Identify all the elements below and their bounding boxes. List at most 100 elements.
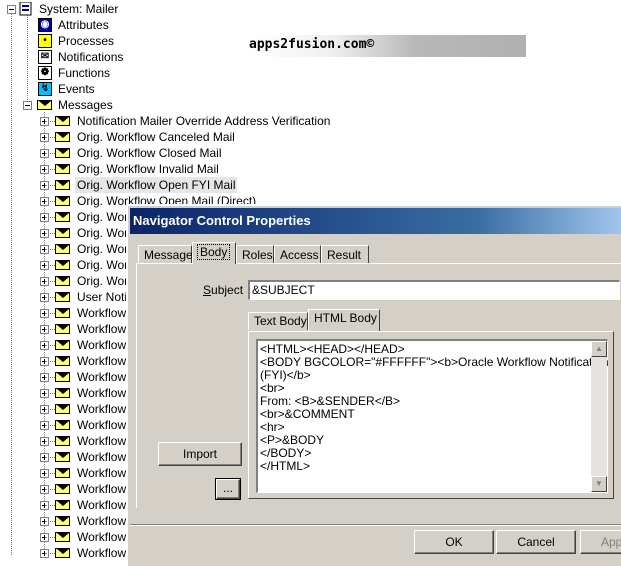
collapse-toggle[interactable] (23, 101, 32, 110)
tab-access[interactable]: Access (274, 245, 321, 264)
tree-guide-line (45, 201, 55, 202)
tab-html-body[interactable]: HTML Body (308, 309, 380, 331)
tree-guide-line (45, 377, 55, 378)
envelope-icon (55, 418, 71, 432)
envelope-icon (55, 274, 71, 288)
envelope-icon (55, 402, 71, 416)
tree-item-label: Workflow (77, 498, 127, 512)
envelope-icon (55, 546, 71, 560)
collapse-toggle[interactable] (7, 5, 16, 14)
envelope-icon (55, 258, 71, 272)
tree-item-label: User Notif (77, 290, 131, 304)
tree-guide-line (27, 14, 28, 104)
import-button[interactable]: Import (158, 442, 242, 466)
tree-guide-line (45, 281, 55, 282)
envelope-icon (55, 338, 71, 352)
envelope-icon (55, 498, 71, 512)
dialog-title[interactable]: Navigator Control Properties (130, 208, 621, 234)
tree-item-label: Messages (58, 98, 113, 112)
tab-label: Message (144, 248, 193, 262)
ok-button[interactable]: OK (414, 530, 494, 554)
html-body-line: </HTML> (260, 459, 311, 473)
tab-label: Roles (242, 248, 273, 262)
envelope-icon (37, 98, 53, 112)
envelope-icon (55, 242, 71, 256)
tree-item-label: Events (58, 82, 95, 96)
tree-item-label: Workflow (77, 482, 127, 496)
tree-item-label: Orig. Workflow Open FYI Mail (75, 177, 238, 193)
tree-guide-line (11, 14, 12, 555)
apply-button[interactable]: App (580, 530, 621, 554)
tree-guide-line (45, 425, 55, 426)
envelope-icon (55, 306, 71, 320)
process-icon: • (37, 34, 53, 48)
tree-guide-line (45, 233, 55, 234)
tree-item-label: Workflow (77, 530, 127, 544)
browse-button[interactable]: ... (215, 478, 241, 500)
tree-item-label: Orig. Workflow Closed Mail (77, 146, 222, 160)
tree-guide-line (45, 361, 55, 362)
tab-label: Access (280, 248, 319, 262)
tab-roles[interactable]: Roles (236, 245, 274, 264)
tree-item-label: Workflow (77, 386, 127, 400)
scroll-up-arrow-icon[interactable]: ▲ (591, 341, 607, 357)
tree-guide-line (45, 185, 55, 186)
envelope-icon (55, 322, 71, 336)
envelope-icon (55, 114, 71, 128)
cancel-button[interactable]: Cancel (496, 530, 576, 554)
tree-guide-line (45, 313, 55, 314)
tree-guide-line (45, 505, 55, 506)
html-body-textarea[interactable]: <HTML><HEAD></HEAD> <BODY BGCOLOR="#FFFFF… (256, 339, 609, 493)
notification-icon: ✉ (37, 50, 53, 64)
watermark: apps2fusion.com© (249, 35, 526, 57)
html-body-text: <HTML><HEAD></HEAD> <BODY BGCOLOR="#FFFFF… (260, 343, 609, 473)
tree-guide-line (45, 217, 55, 218)
tree-item-label: Functions (58, 66, 111, 80)
envelope-icon (55, 370, 71, 384)
attributes-icon: ◉ (37, 18, 53, 32)
tab-body[interactable]: Body (192, 242, 236, 264)
tree-item-label: Workflow (77, 466, 127, 480)
tree-guide-line (45, 265, 55, 266)
tree-item-label: Workflow (77, 450, 127, 464)
tree-guide-line (45, 297, 55, 298)
envelope-icon (55, 130, 71, 144)
tree-guide-line (45, 457, 55, 458)
tree-guide-line (45, 441, 55, 442)
tree-item-label: Workflow (77, 514, 127, 528)
html-body-line: (FYI)</b> (260, 368, 311, 382)
envelope-icon (55, 194, 71, 208)
tree-guide-line (45, 169, 55, 170)
tree-item-label: Workflow (77, 434, 127, 448)
tree-item-label: Notifications (58, 50, 124, 64)
envelope-icon (55, 482, 71, 496)
envelope-icon (55, 290, 71, 304)
subject-label: Subject (203, 283, 244, 297)
tree-item-label: Processes (58, 34, 115, 48)
tab-text-body[interactable]: Text Body (248, 312, 308, 330)
tree-item-label: Notification Mailer Override Address Ver… (77, 114, 331, 128)
tree-guide-line (45, 137, 55, 138)
tab-message[interactable]: Message (138, 245, 193, 264)
dialog-separator (130, 524, 621, 525)
tab-label: Result (327, 248, 362, 262)
tree-guide-line (45, 121, 55, 122)
tree-guide-line (45, 473, 55, 474)
subject-field[interactable]: &SUBJECT (248, 280, 620, 300)
vertical-scrollbar[interactable]: ▲ ▼ (591, 341, 607, 492)
tree-guide-line (45, 153, 55, 154)
tree-item-label: Workflow (77, 306, 127, 320)
tree-guide-line (45, 521, 55, 522)
tree-guide-line (45, 537, 55, 538)
envelope-icon (55, 210, 71, 224)
function-icon: ❁ (37, 66, 53, 80)
tree-item-label: Workflow (77, 402, 127, 416)
html-body-line: <br>&COMMENT (260, 407, 355, 421)
tree-guide-line (45, 249, 55, 250)
envelope-icon (55, 386, 71, 400)
scroll-down-arrow-icon[interactable]: ▼ (591, 476, 607, 492)
envelope-icon (55, 450, 71, 464)
tree-guide-line (45, 553, 55, 554)
tab-result[interactable]: Result (321, 245, 369, 264)
tree-item-label: Workflow (77, 370, 127, 384)
